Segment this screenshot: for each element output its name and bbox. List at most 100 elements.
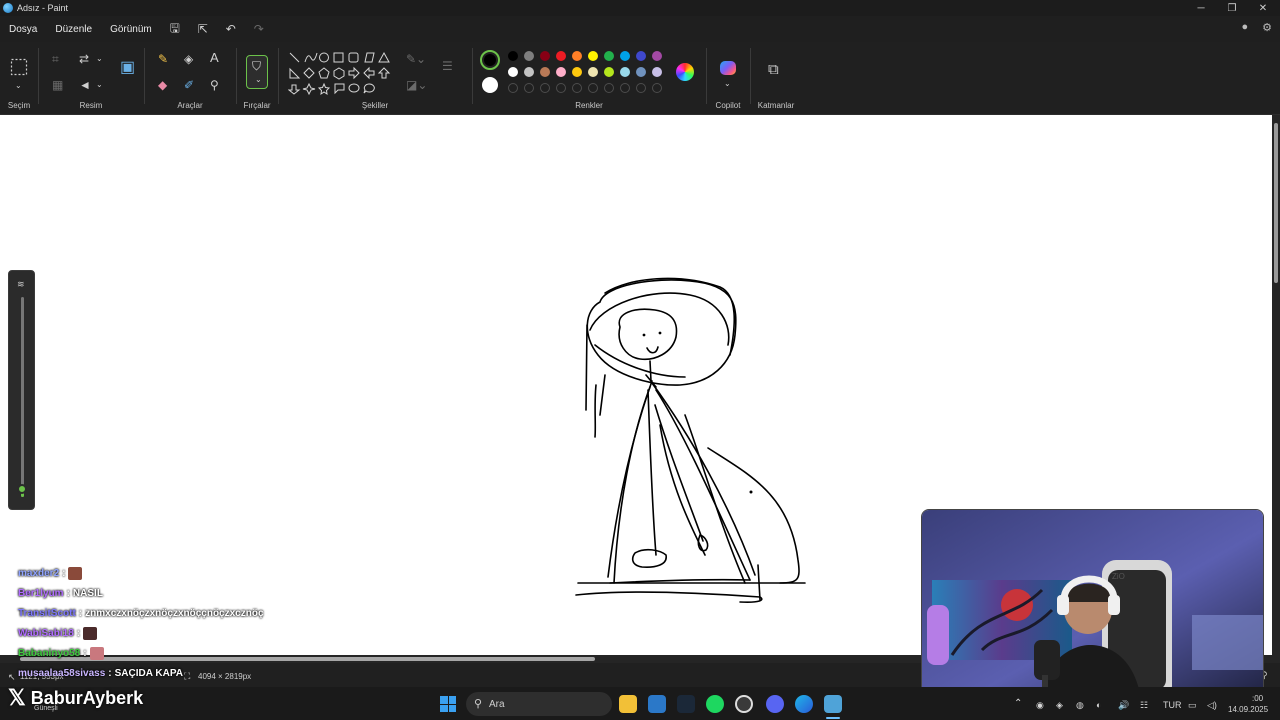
palette-color-swatch[interactable]	[620, 67, 630, 77]
palette-color-swatch[interactable]	[540, 51, 550, 61]
slider-thumb[interactable]	[17, 484, 27, 494]
custom-color-slot[interactable]	[604, 83, 614, 93]
custom-color-slot[interactable]	[508, 83, 518, 93]
divider	[750, 48, 751, 104]
crop-icon[interactable]: ⌗	[52, 53, 59, 65]
selection-rectangle-icon[interactable]	[10, 58, 28, 76]
tray-app-icon[interactable]: ◈	[1056, 700, 1063, 711]
undo-icon[interactable]: ↶	[217, 22, 245, 36]
chat-message: Babaninyo58 :	[18, 643, 338, 663]
copilot-chevron-icon[interactable]: ⌄	[724, 78, 731, 90]
save-icon[interactable]: 🖫	[161, 19, 189, 40]
close-button[interactable]: ✕	[1246, 0, 1280, 16]
palette-color-swatch[interactable]	[588, 51, 598, 61]
custom-color-slot[interactable]	[588, 83, 598, 93]
custom-color-slot[interactable]	[556, 83, 566, 93]
custom-color-slot[interactable]	[572, 83, 582, 93]
palette-color-swatch[interactable]	[524, 67, 534, 77]
custom-color-slot[interactable]	[636, 83, 646, 93]
file-explorer-icon[interactable]	[619, 695, 637, 713]
brush-button[interactable]: ⛉ ⌄	[246, 55, 268, 89]
eraser-icon[interactable]: ◆	[158, 79, 167, 91]
palette-color-swatch[interactable]	[588, 67, 598, 77]
primary-color-button[interactable]	[480, 50, 500, 70]
color-picker-icon[interactable]: ✐	[184, 79, 194, 91]
palette-color-swatch[interactable]	[572, 67, 582, 77]
group-shapes: ✎⌄ ◪⌄ ☰ Şekiller	[280, 42, 470, 115]
network-icon[interactable]: ☷	[1140, 700, 1148, 711]
palette-color-swatch[interactable]	[636, 67, 646, 77]
volume-icon[interactable]: 🔊	[1118, 700, 1129, 711]
copilot-icon[interactable]	[720, 61, 736, 75]
slider-track[interactable]	[21, 297, 24, 497]
palette-color-swatch[interactable]	[508, 67, 518, 77]
palette-color-swatch[interactable]	[540, 67, 550, 77]
palette-color-swatch[interactable]	[524, 51, 534, 61]
custom-color-slot[interactable]	[540, 83, 550, 93]
shapes-gallery[interactable]	[288, 50, 400, 100]
tray-overflow-icon[interactable]: ⌃	[1014, 698, 1022, 709]
paint-taskbar-icon[interactable]	[824, 695, 842, 713]
monitor-icon[interactable]: ▭	[1188, 700, 1197, 711]
taskbar-search-box[interactable]: ⚲ Ara	[466, 692, 612, 716]
tray-app-icon[interactable]: ◉	[1036, 700, 1044, 711]
account-icon[interactable]: ●	[1241, 21, 1248, 34]
text-tool-icon[interactable]: A	[210, 51, 219, 64]
group-label-copilot: Copilot	[715, 101, 741, 110]
edit-colors-icon[interactable]	[676, 63, 694, 81]
vertical-scrollbar[interactable]	[1272, 115, 1280, 655]
resize-icon[interactable]: ⇄	[79, 53, 89, 65]
image-edit-icon[interactable]: ▣	[120, 60, 135, 76]
maximize-button[interactable]: ❐	[1215, 0, 1249, 16]
keyboard-language[interactable]: TUR	[1163, 700, 1182, 710]
custom-color-slot[interactable]	[620, 83, 630, 93]
edge-icon[interactable]	[795, 695, 813, 713]
menu-edit[interactable]: Düzenle	[46, 24, 101, 35]
redo-icon[interactable]: ↷	[245, 22, 273, 36]
menu-view[interactable]: Görünüm	[101, 24, 161, 35]
custom-color-slot[interactable]	[524, 83, 534, 93]
palette-color-swatch[interactable]	[556, 51, 566, 61]
background-remove-icon[interactable]: ▦	[52, 79, 63, 91]
share-icon[interactable]: ⇱	[189, 22, 217, 36]
tray-steam-icon[interactable]: ◐	[1096, 700, 1101, 710]
palette-color-swatch[interactable]	[604, 67, 614, 77]
menu-file[interactable]: Dosya	[0, 24, 46, 35]
palette-color-swatch[interactable]	[652, 51, 662, 61]
rotate-chevron-icon[interactable]: ⌄	[96, 79, 103, 91]
settings-gear-icon[interactable]: ⚙	[1262, 21, 1272, 34]
store-icon[interactable]	[648, 695, 666, 713]
fill-bucket-icon[interactable]: ◈	[184, 53, 193, 65]
secondary-color-button[interactable]	[482, 77, 498, 93]
palette-color-swatch[interactable]	[652, 67, 662, 77]
pencil-icon[interactable]: ✎	[158, 53, 168, 65]
obs-icon[interactable]	[735, 695, 753, 713]
shape-outline-icon[interactable]: ✎⌄	[406, 53, 426, 65]
custom-color-slot[interactable]	[652, 83, 662, 93]
start-button[interactable]	[440, 696, 456, 712]
divider	[472, 48, 473, 104]
palette-color-swatch[interactable]	[604, 51, 614, 61]
palette-color-swatch[interactable]	[556, 67, 566, 77]
discord-icon[interactable]	[766, 695, 784, 713]
shape-size-icon[interactable]: ☰	[442, 60, 453, 72]
shape-fill-icon[interactable]: ◪⌄	[406, 79, 427, 91]
vertical-scroll-thumb[interactable]	[1274, 123, 1278, 283]
clock-date[interactable]: 14.09.2025	[1228, 705, 1268, 714]
magnifier-icon[interactable]: ⚲	[210, 79, 219, 91]
steam-icon[interactable]	[677, 695, 695, 713]
spotify-icon[interactable]	[706, 695, 724, 713]
speaker-icon[interactable]: ◁)	[1207, 700, 1217, 711]
palette-color-swatch[interactable]	[620, 51, 630, 61]
rotate-icon[interactable]: ◄	[79, 79, 91, 91]
layers-icon[interactable]: ⧉	[768, 62, 779, 77]
palette-color-swatch[interactable]	[572, 51, 582, 61]
selection-chevron-icon[interactable]: ⌄	[15, 80, 22, 92]
tray-app-icon[interactable]: ◍	[1076, 700, 1084, 711]
clock-time[interactable]: :00	[1252, 694, 1263, 703]
brush-size-slider[interactable]: ≋	[8, 270, 35, 510]
resize-chevron-icon[interactable]: ⌄	[96, 53, 103, 65]
minimize-button[interactable]: ─	[1184, 0, 1218, 16]
palette-color-swatch[interactable]	[508, 51, 518, 61]
palette-color-swatch[interactable]	[636, 51, 646, 61]
